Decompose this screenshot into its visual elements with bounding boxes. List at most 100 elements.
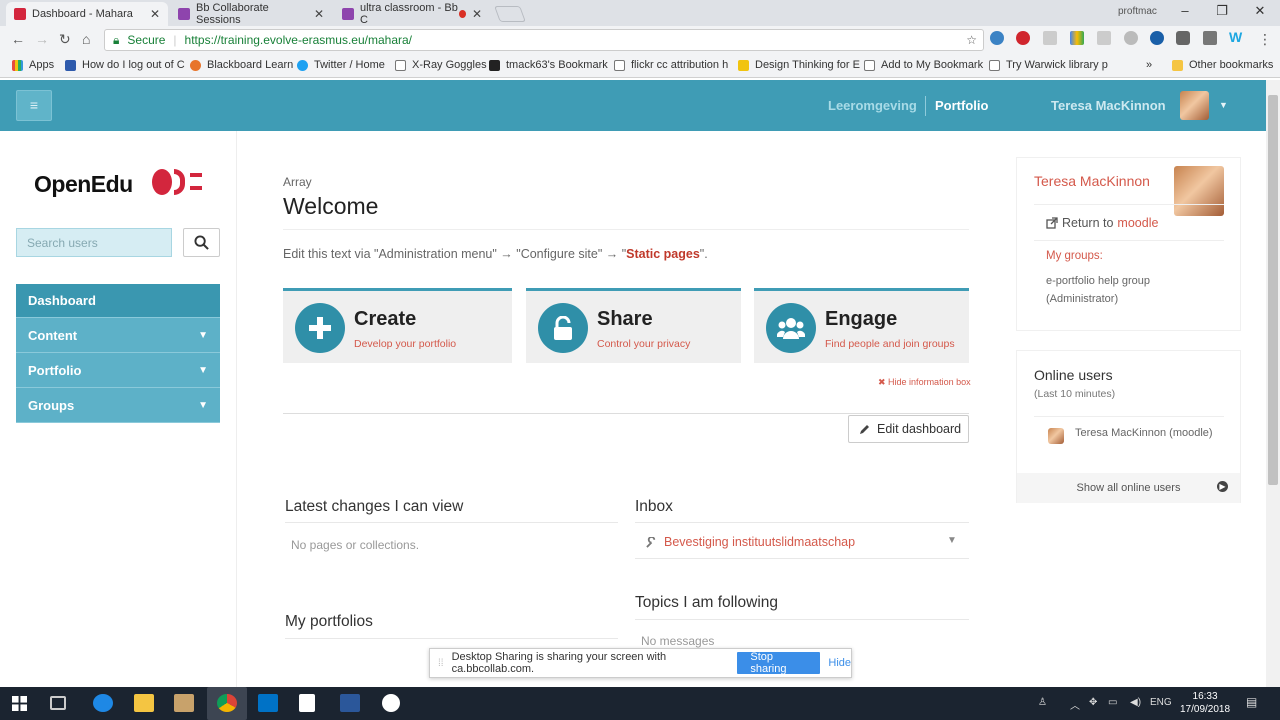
bookmark-item[interactable]: Try Warwick library p <box>989 59 1108 71</box>
windows-start-icon[interactable] <box>12 696 27 711</box>
show-all-online-users[interactable]: Show all online users ▶ <box>1017 473 1240 503</box>
people-icon[interactable]: ♙ <box>1038 697 1047 708</box>
static-pages-link[interactable]: Static pages <box>626 247 700 261</box>
share-card[interactable]: Share Control your privacy <box>526 288 741 363</box>
search-users-input[interactable] <box>16 228 172 257</box>
topics-empty: No messages <box>641 634 715 648</box>
media-player-icon[interactable] <box>174 694 194 712</box>
close-tab-icon[interactable]: ✕ <box>150 7 160 21</box>
drag-handle-icon[interactable]: ⁞⁞ <box>438 658 444 669</box>
menu-dots-icon[interactable]: ⋮ <box>1258 31 1272 48</box>
word-icon[interactable] <box>340 694 360 712</box>
home-icon[interactable]: ⌂ <box>82 31 90 47</box>
chevron-down-icon[interactable]: ▼ <box>198 365 208 376</box>
language-indicator[interactable]: ENG <box>1150 697 1172 708</box>
browser-tab-ultra[interactable]: ultra classroom - Bb C ✕ <box>334 2 490 26</box>
browser-tab-collaborate[interactable]: Bb Collaborate Sessions ✕ <box>170 2 332 26</box>
volume-icon[interactable]: ◀) <box>1130 697 1141 708</box>
extension-icon[interactable] <box>1043 31 1057 45</box>
moodle-link[interactable]: moodle <box>1117 216 1158 230</box>
other-bookmarks[interactable]: Other bookmarks <box>1172 59 1273 71</box>
outlook-icon[interactable] <box>258 694 278 712</box>
close-window-icon[interactable]: ✕ <box>1245 3 1275 19</box>
nav-leeromgeving[interactable]: Leeromgeving <box>828 98 917 113</box>
battery-icon[interactable]: ▭ <box>1108 697 1117 708</box>
reload-icon[interactable]: ↻ <box>59 31 71 48</box>
card-title: Create <box>354 308 417 330</box>
card-subtitle[interactable]: Find people and join groups <box>825 338 955 350</box>
extension-icon[interactable] <box>1124 31 1138 45</box>
engage-card[interactable]: Engage Find people and join groups <box>754 288 969 363</box>
notifications-icon[interactable]: ▤ <box>1246 695 1257 709</box>
menu-item-content[interactable]: Content ▼ <box>16 318 220 353</box>
cast-icon[interactable] <box>1203 31 1217 45</box>
chevron-down-icon[interactable]: ▼ <box>198 330 208 341</box>
header-user-name[interactable]: Teresa MacKinnon <box>1051 98 1166 113</box>
bookmark-item[interactable]: X-Ray Goggles <box>395 59 487 71</box>
menu-item-groups[interactable]: Groups ▼ <box>16 388 220 423</box>
profile-name-link[interactable]: Teresa MacKinnon <box>1034 173 1150 189</box>
forward-icon[interactable]: → <box>35 31 49 47</box>
more-bookmarks-button[interactable]: » <box>1146 59 1152 71</box>
file-explorer-icon[interactable] <box>134 694 154 712</box>
bookmark-item[interactable]: Add to My Bookmark <box>864 59 983 71</box>
nav-portfolio[interactable]: Portfolio <box>935 98 988 113</box>
bookmark-item[interactable]: Design Thinking for E <box>738 59 860 71</box>
menu-item-portfolio[interactable]: Portfolio ▼ <box>16 353 220 388</box>
menu-item-dashboard[interactable]: Dashboard <box>16 284 220 318</box>
word-extension-icon[interactable]: W <box>1229 29 1243 45</box>
bookmark-apps[interactable]: Apps <box>12 59 54 71</box>
group-link[interactable]: e-portfolio help group <box>1046 272 1150 290</box>
bookmark-star-icon[interactable]: ☆ <box>966 33 977 47</box>
online-user-avatar[interactable] <box>1048 428 1064 444</box>
online-user-link[interactable]: Teresa MacKinnon (moodle) <box>1075 427 1213 439</box>
extension-icon[interactable] <box>1150 31 1164 45</box>
menu-toggle-button[interactable]: ≡ <box>16 90 52 121</box>
close-tab-icon[interactable]: ✕ <box>314 7 324 21</box>
maximize-icon[interactable]: ❐ <box>1207 3 1237 19</box>
chrome-icon[interactable] <box>217 694 237 712</box>
edit-dashboard-button[interactable]: Edit dashboard <box>848 415 969 443</box>
tray-expand-icon[interactable]: ︿ <box>1070 697 1080 712</box>
profile-avatar[interactable] <box>1174 166 1224 216</box>
back-icon[interactable]: ← <box>11 31 25 47</box>
search-button[interactable] <box>183 228 220 257</box>
scrollbar-thumb[interactable] <box>1268 95 1278 485</box>
new-tab-button[interactable] <box>494 6 526 22</box>
store-icon[interactable] <box>299 694 315 712</box>
task-view-icon[interactable] <box>50 696 66 710</box>
dropbox-icon[interactable]: ✥ <box>1089 697 1097 708</box>
inbox-item[interactable]: Bevestiging instituutslidmaatschap <box>646 535 855 549</box>
minimize-icon[interactable]: – <box>1170 3 1200 18</box>
create-card[interactable]: Create Develop your portfolio <box>283 288 512 363</box>
close-tab-icon[interactable]: ✕ <box>472 7 482 21</box>
browser-tab-title: Dashboard - Mahara <box>32 8 133 20</box>
bookmark-item[interactable]: flickr cc attribution h <box>614 59 728 71</box>
bookmark-item[interactable]: tmack63's Bookmark <box>489 59 608 71</box>
bookmark-item[interactable]: Twitter / Home <box>297 59 385 71</box>
extension-icon[interactable] <box>1097 31 1111 45</box>
page-icon <box>614 59 625 71</box>
address-bar[interactable]: 🔒︎ Secure | https://training.evolve-eras… <box>104 29 984 51</box>
hide-sharing-button[interactable]: Hide <box>828 657 851 669</box>
card-subtitle[interactable]: Develop your portfolio <box>354 338 456 350</box>
header-avatar[interactable] <box>1180 91 1209 120</box>
extension-icon[interactable] <box>1176 31 1190 45</box>
extension-icon[interactable] <box>1070 31 1084 45</box>
extension-icon[interactable] <box>990 31 1004 45</box>
pinterest-icon[interactable] <box>1016 31 1030 45</box>
app-icon[interactable] <box>382 694 400 712</box>
hide-info-box-link[interactable]: ✖ Hide information box <box>878 377 971 388</box>
return-to-moodle[interactable]: Return to moodle <box>1046 216 1158 230</box>
taskbar-clock[interactable]: 16:33 17/09/2018 <box>1180 690 1230 716</box>
bookmark-item[interactable]: Blackboard Learn <box>190 59 293 71</box>
chevron-down-icon[interactable]: ▼ <box>198 400 208 411</box>
external-link-icon <box>1046 217 1058 229</box>
browser-tab-dashboard[interactable]: Dashboard - Mahara ✕ <box>6 2 168 26</box>
edge-icon[interactable] <box>93 694 113 712</box>
stop-sharing-button[interactable]: Stop sharing <box>737 651 821 675</box>
card-subtitle[interactable]: Control your privacy <box>597 338 690 350</box>
bookmark-item[interactable]: How do I log out of C <box>65 59 185 71</box>
caret-down-icon[interactable]: ▼ <box>1219 100 1228 110</box>
chevron-down-icon[interactable]: ▼ <box>947 535 957 546</box>
